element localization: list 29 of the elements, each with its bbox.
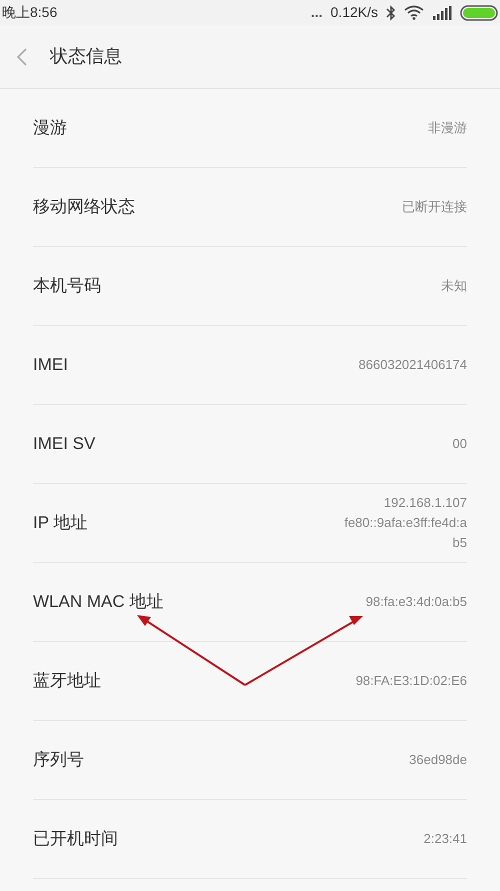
row-value: 98:FA:E3:1D:02:E6 (356, 672, 467, 690)
row-value: 2:23:41 (424, 830, 467, 848)
bluetooth-icon (386, 4, 396, 20)
battery-icon (460, 4, 498, 20)
wifi-icon (404, 5, 424, 20)
signal-icon (432, 6, 452, 20)
notification-dots: ... (310, 3, 323, 22)
row-label: WLAN MAC 地址 (33, 591, 164, 614)
row-label: 蓝牙地址 (33, 670, 101, 692)
row-value: 192.168.1.107 fe80::9afa:e3ff:fe4d:a b5 (344, 494, 467, 552)
row-label: 序列号 (33, 749, 84, 772)
row-value: 已断开连接 (402, 198, 467, 216)
row-label: 移动网络状态 (33, 196, 135, 218)
row-label: 本机号码 (33, 275, 101, 298)
status-time: 晚上8:56 (2, 3, 58, 22)
network-speed: 0.12K/s (330, 3, 378, 22)
row-label: 已开机时间 (33, 828, 118, 850)
row-label: IP 地址 (33, 512, 88, 534)
row-value: 866032021406174 (358, 356, 467, 374)
row-value: 未知 (441, 277, 467, 295)
row-label: IMEI (33, 354, 68, 376)
row-label: IMEI SV (33, 433, 96, 456)
row-value: 00 (452, 435, 467, 453)
row-value: 98:fa:e3:4d:0a:b5 (366, 593, 467, 611)
row-label: 漫游 (33, 117, 67, 140)
row-value: 36ed98de (409, 751, 467, 769)
page-title: 状态信息 (50, 45, 122, 68)
row-value: 非漫游 (428, 119, 467, 137)
back-icon[interactable] (16, 46, 28, 66)
